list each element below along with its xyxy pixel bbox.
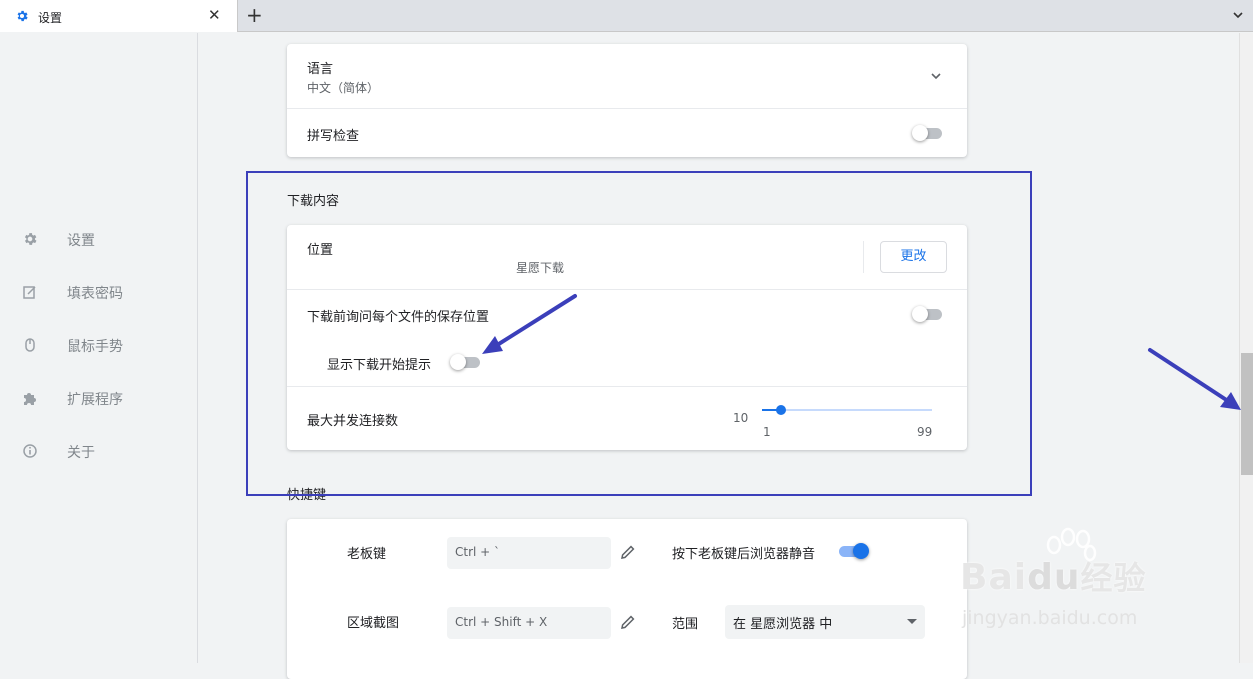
language-value: 中文（简体） [307,81,380,95]
location-value: 星愿下载 [516,261,565,275]
screenshot-label: 区域截图 [347,616,400,631]
boss-key-input[interactable]: Ctrl + ` [447,537,611,569]
shortcuts-section-title: 快捷键 [287,488,327,503]
tab-close-button[interactable]: ✕ [208,6,221,24]
sidebar-item-mouse-gestures[interactable]: 鼠标手势 [0,325,198,365]
slider-min-label: 1 [763,425,771,439]
divider [863,241,864,273]
location-label: 位置 [307,243,334,258]
divider [287,386,967,387]
sidebar: 设置 填表密码 鼠标手势 扩展程序 关于 [0,33,198,663]
pencil-icon[interactable] [620,614,636,630]
scope-select-value: 在 星愿浏览器 中 [733,617,833,632]
max-connections-slider[interactable] [762,403,932,417]
slider-track [762,409,932,411]
edit-form-icon [23,286,36,299]
divider [287,289,967,290]
sidebar-item-settings[interactable]: 设置 [0,219,198,259]
gear-icon [24,233,37,245]
mute-label: 按下老板键后浏览器静音 [672,547,816,562]
max-connections-label: 最大并发连接数 [307,414,399,429]
show-prompt-label: 显示下载开始提示 [327,358,432,373]
scrollbar-thumb[interactable] [1241,353,1253,475]
caret-down-icon [907,619,917,624]
show-prompt-toggle[interactable] [450,354,482,370]
tab-settings[interactable]: 设置 ✕ [0,0,238,32]
page-scrollbar[interactable] [1239,33,1253,663]
pencil-icon[interactable] [620,544,636,560]
spellcheck-label: 拼写检查 [307,129,360,144]
divider [287,108,967,109]
gear-icon [17,10,28,22]
new-tab-button[interactable]: + [246,3,263,27]
downloads-card: 位置 星愿下载 更改 下载前询问每个文件的保存位置 显示下载开始提示 最大并发连… [287,225,967,450]
boss-key-label: 老板键 [347,547,387,562]
screenshot-key-input[interactable]: Ctrl + Shift + X [447,607,611,639]
max-connections-value: 10 [733,411,749,425]
chevron-down-icon [931,73,941,80]
sidebar-item-about[interactable]: 关于 [0,431,198,471]
downloads-section-title: 下载内容 [287,194,340,209]
settings-main: 语言 中文（简体） 拼写检查 下载内容 位置 星愿下载 更改 下载前询问每个文件… [199,33,1239,679]
sidebar-item-label: 扩展程序 [67,392,123,408]
ask-location-label: 下载前询问每个文件的保存位置 [307,310,490,325]
chevron-down-icon[interactable] [1232,9,1244,21]
language-card: 语言 中文（简体） 拼写检查 [287,44,967,157]
info-icon [23,444,37,458]
slider-max-label: 99 [917,425,933,439]
slider-knob[interactable] [775,405,786,415]
scope-label: 范围 [672,617,699,632]
sidebar-item-label: 填表密码 [67,286,123,302]
sidebar-item-label: 关于 [67,445,95,461]
puzzle-icon [24,393,36,405]
language-row[interactable]: 语言 中文（简体） [287,44,967,108]
sidebar-item-extensions[interactable]: 扩展程序 [0,378,198,418]
mute-toggle[interactable] [837,543,869,559]
sidebar-item-autofill[interactable]: 填表密码 [0,272,198,312]
sidebar-item-label: 设置 [67,233,95,249]
tab-title: 设置 [38,11,63,25]
shortcuts-card: 老板键 Ctrl + ` 按下老板键后浏览器静音 区域截图 Ctrl + Shi… [287,519,967,679]
tab-bar: 设置 ✕ + [0,0,1253,32]
spellcheck-toggle[interactable] [912,125,944,141]
change-location-button[interactable]: 更改 [880,241,947,273]
ask-location-toggle[interactable] [912,306,944,322]
sidebar-item-label: 鼠标手势 [67,339,123,355]
scope-select[interactable]: 在 星愿浏览器 中 [725,605,925,639]
language-label: 语言 [307,62,334,77]
mouse-icon [25,338,35,352]
